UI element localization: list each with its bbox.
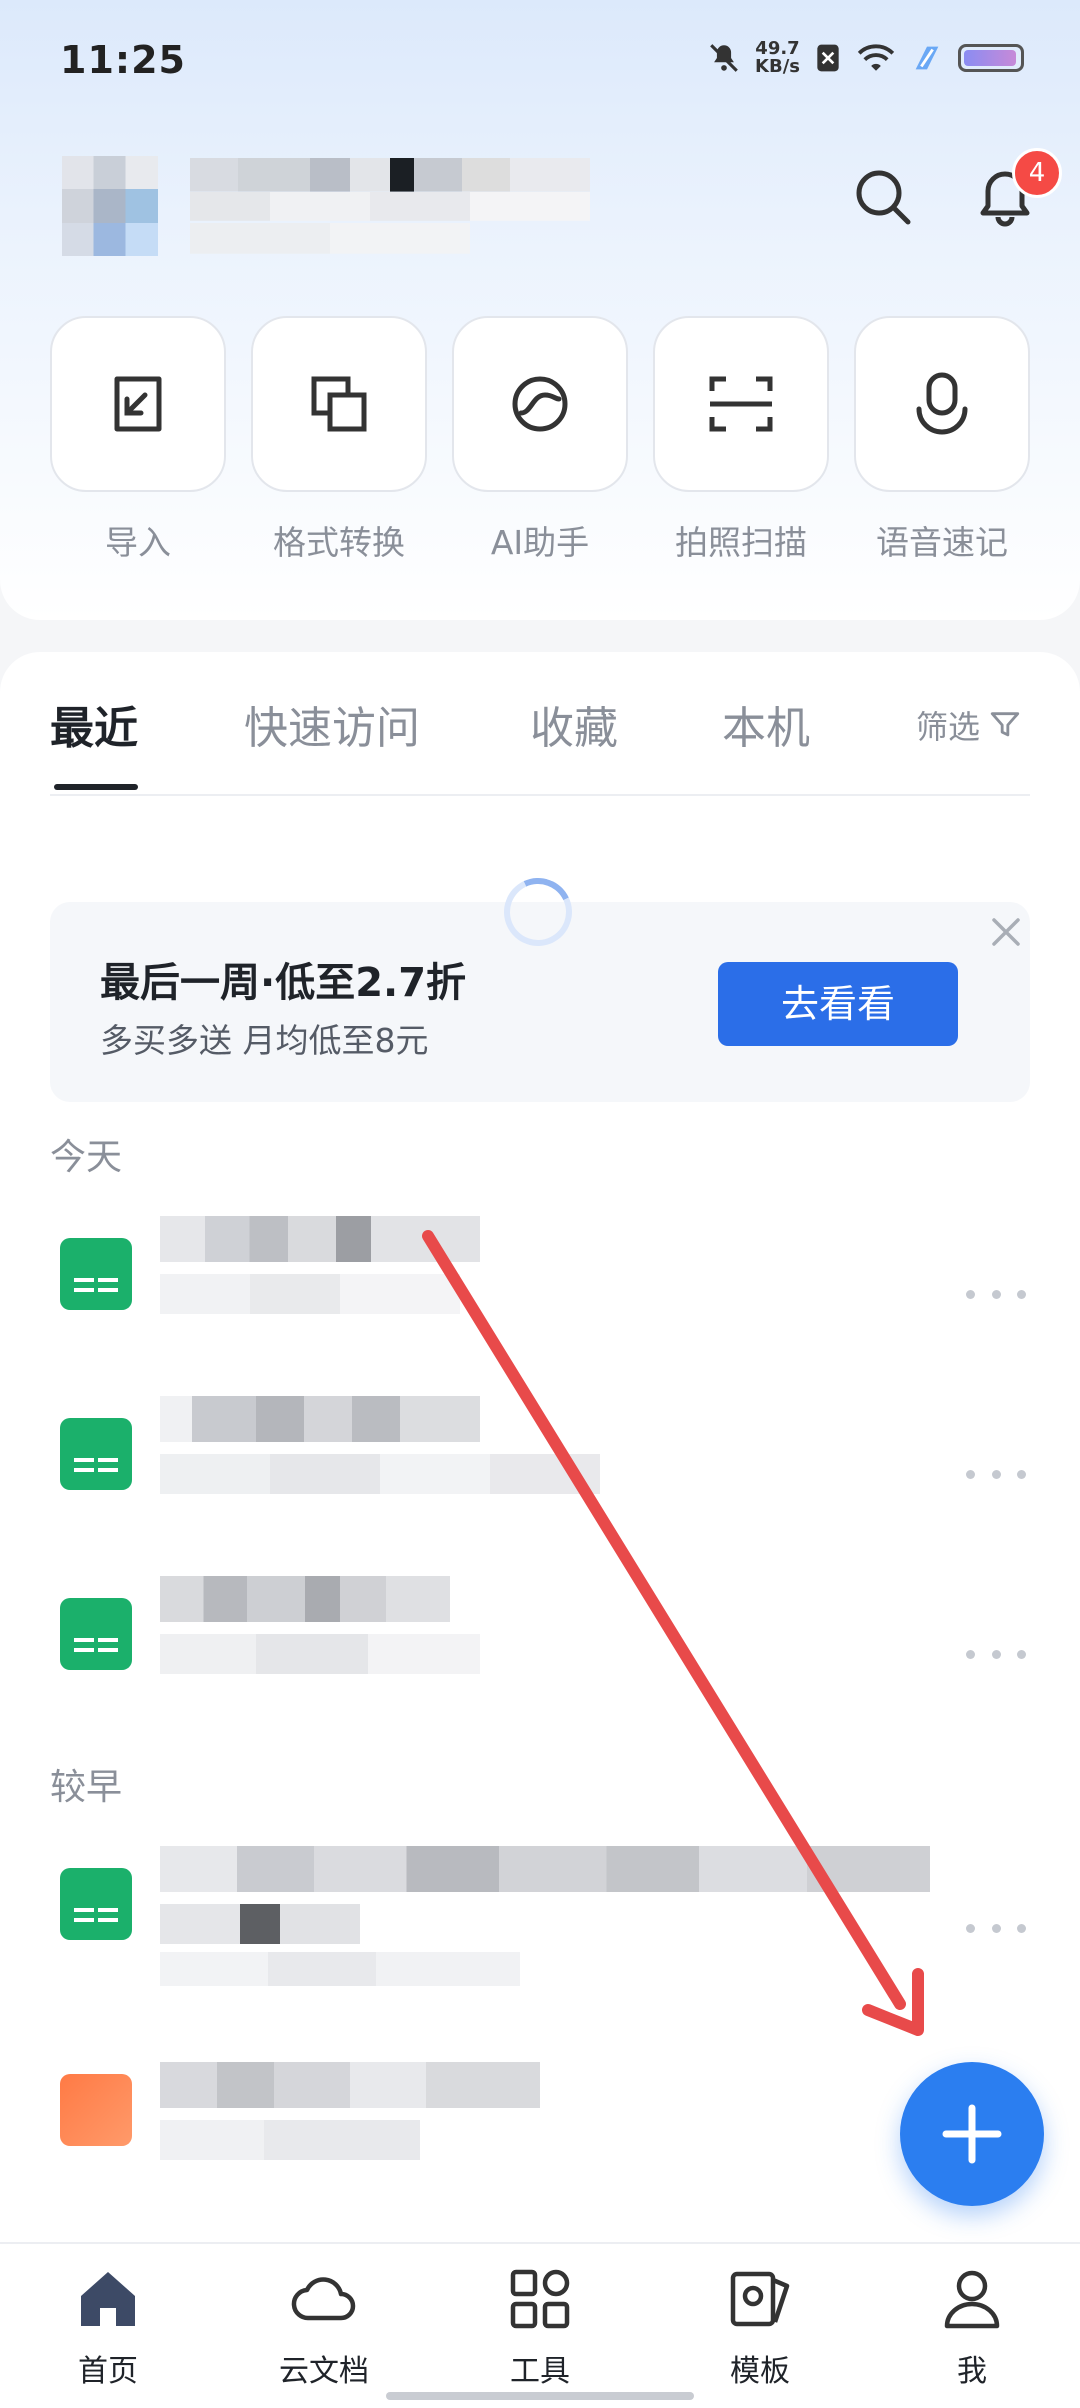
home-icon bbox=[81, 2272, 135, 2326]
active-tab-indicator bbox=[54, 784, 138, 790]
action-label: 格式转换 bbox=[273, 523, 405, 562]
action-label: 拍照扫描 bbox=[675, 523, 807, 562]
file-row[interactable] bbox=[0, 1842, 1080, 2002]
section-earlier: 较早 bbox=[50, 1767, 123, 1808]
close-icon[interactable] bbox=[986, 912, 1026, 952]
user-avatar[interactable] bbox=[62, 156, 158, 256]
action-box[interactable] bbox=[50, 316, 226, 492]
documents-panel: 最近 快速访问 收藏 本机 筛选 最后一周·低至2.7折 多买多送 月均低至8元… bbox=[0, 652, 1080, 2242]
tab-recent[interactable]: 最近 bbox=[50, 692, 138, 756]
tab-quick-access[interactable]: 快速访问 bbox=[244, 692, 420, 756]
more-options-icon[interactable] bbox=[966, 1644, 1026, 1664]
action-box[interactable] bbox=[653, 316, 829, 492]
notification-badge: 4 bbox=[1012, 148, 1062, 198]
status-bar: 11:25 49.7 KB/s bbox=[0, 0, 1080, 120]
action-label: AI助手 bbox=[490, 523, 590, 562]
action-box[interactable] bbox=[251, 316, 427, 492]
tabs-divider bbox=[50, 794, 1030, 796]
status-time: 11:25 bbox=[60, 38, 186, 82]
file-meta bbox=[160, 2120, 420, 2160]
file-name bbox=[160, 2062, 540, 2108]
file-row[interactable] bbox=[0, 1572, 1080, 1732]
more-options-icon[interactable] bbox=[966, 1464, 1026, 1484]
speed-unit: KB/s bbox=[755, 56, 800, 77]
scan-icon bbox=[709, 376, 773, 432]
search-icon[interactable] bbox=[850, 164, 916, 230]
file-row[interactable] bbox=[0, 1212, 1080, 1372]
file-meta bbox=[160, 1274, 460, 1314]
quick-actions: 导入 格式转换 AI助手 拍照扫描 语音速记 bbox=[48, 316, 1032, 564]
action-box[interactable] bbox=[452, 316, 628, 492]
nav-profile[interactable]: 我 bbox=[892, 2264, 1052, 2390]
quick-action-ai-assistant[interactable]: AI助手 bbox=[450, 316, 630, 564]
nav-label: 云文档 bbox=[279, 2354, 369, 2389]
filter-button[interactable]: 筛选 bbox=[916, 702, 1022, 748]
section-today: 今天 bbox=[50, 1137, 123, 1178]
nav-label: 我 bbox=[957, 2354, 987, 2389]
home-indicator[interactable] bbox=[386, 2392, 694, 2400]
file-meta bbox=[160, 1454, 600, 1494]
create-new-button[interactable] bbox=[900, 2062, 1044, 2206]
spreadsheet-icon bbox=[60, 1868, 132, 1940]
file-name bbox=[160, 1846, 930, 1892]
quick-action-import[interactable]: 导入 bbox=[48, 316, 228, 564]
document-tabs: 最近 快速访问 收藏 本机 筛选 bbox=[50, 692, 1034, 772]
more-options-icon[interactable] bbox=[966, 1284, 1026, 1304]
nav-tools[interactable]: 工具 bbox=[460, 2264, 620, 2390]
nav-templates[interactable]: 模板 bbox=[680, 2264, 840, 2390]
mute-bell-icon bbox=[710, 44, 738, 72]
nav-label: 工具 bbox=[510, 2354, 570, 2389]
file-row[interactable] bbox=[0, 1392, 1080, 1552]
user-name[interactable] bbox=[190, 158, 590, 254]
nav-home[interactable]: 首页 bbox=[28, 2264, 188, 2390]
presentation-icon bbox=[60, 2074, 132, 2146]
promo-view-button[interactable]: 去看看 bbox=[718, 962, 958, 1046]
tab-favorites[interactable]: 收藏 bbox=[530, 692, 618, 756]
battery-icon bbox=[958, 44, 1024, 72]
plus-icon bbox=[942, 2104, 1002, 2164]
file-name bbox=[160, 1396, 480, 1442]
spreadsheet-icon bbox=[60, 1238, 132, 1310]
profile-icon bbox=[944, 2270, 1000, 2329]
nav-label: 模板 bbox=[730, 2354, 790, 2389]
more-options-icon[interactable] bbox=[966, 1918, 1026, 1938]
file-name bbox=[160, 1216, 480, 1262]
spreadsheet-icon bbox=[60, 1418, 132, 1490]
quick-action-scan[interactable]: 拍照扫描 bbox=[651, 316, 831, 564]
filter-label: 筛选 bbox=[915, 708, 980, 746]
file-name bbox=[160, 1576, 450, 1622]
quick-action-format-convert[interactable]: 格式转换 bbox=[249, 316, 429, 564]
file-meta bbox=[160, 1904, 360, 1944]
template-icon bbox=[730, 2271, 790, 2327]
tools-grid-icon bbox=[510, 2269, 570, 2329]
file-meta bbox=[160, 1952, 520, 1986]
spreadsheet-icon bbox=[60, 1598, 132, 1670]
bottom-navigation: 首页 云文档 工具 模板 我 bbox=[0, 2242, 1080, 2408]
tab-local[interactable]: 本机 bbox=[722, 692, 810, 756]
charging-icon bbox=[915, 46, 939, 70]
action-label: 导入 bbox=[105, 523, 171, 562]
nav-cloud-docs[interactable]: 云文档 bbox=[244, 2264, 404, 2390]
format-convert-icon bbox=[311, 376, 367, 432]
nav-label: 首页 bbox=[78, 2354, 138, 2389]
status-icons: 49.7 KB/s bbox=[707, 40, 1024, 76]
filter-icon bbox=[990, 712, 1020, 737]
import-icon bbox=[114, 376, 162, 432]
sim-off-icon bbox=[817, 44, 839, 72]
action-label: 语音速记 bbox=[876, 523, 1008, 562]
cloud-icon bbox=[291, 2277, 356, 2321]
quick-action-voice-note[interactable]: 语音速记 bbox=[852, 316, 1032, 564]
network-speed: 49.7 KB/s bbox=[755, 40, 800, 76]
microphone-icon bbox=[916, 372, 968, 435]
promo-title: 最后一周·低至2.7折 bbox=[100, 960, 467, 1006]
file-meta bbox=[160, 1634, 480, 1674]
ai-assistant-icon bbox=[512, 376, 568, 432]
action-box[interactable] bbox=[854, 316, 1030, 492]
wifi-icon bbox=[857, 44, 895, 71]
promo-subtitle: 多买多送 月均低至8元 bbox=[100, 1021, 429, 1060]
